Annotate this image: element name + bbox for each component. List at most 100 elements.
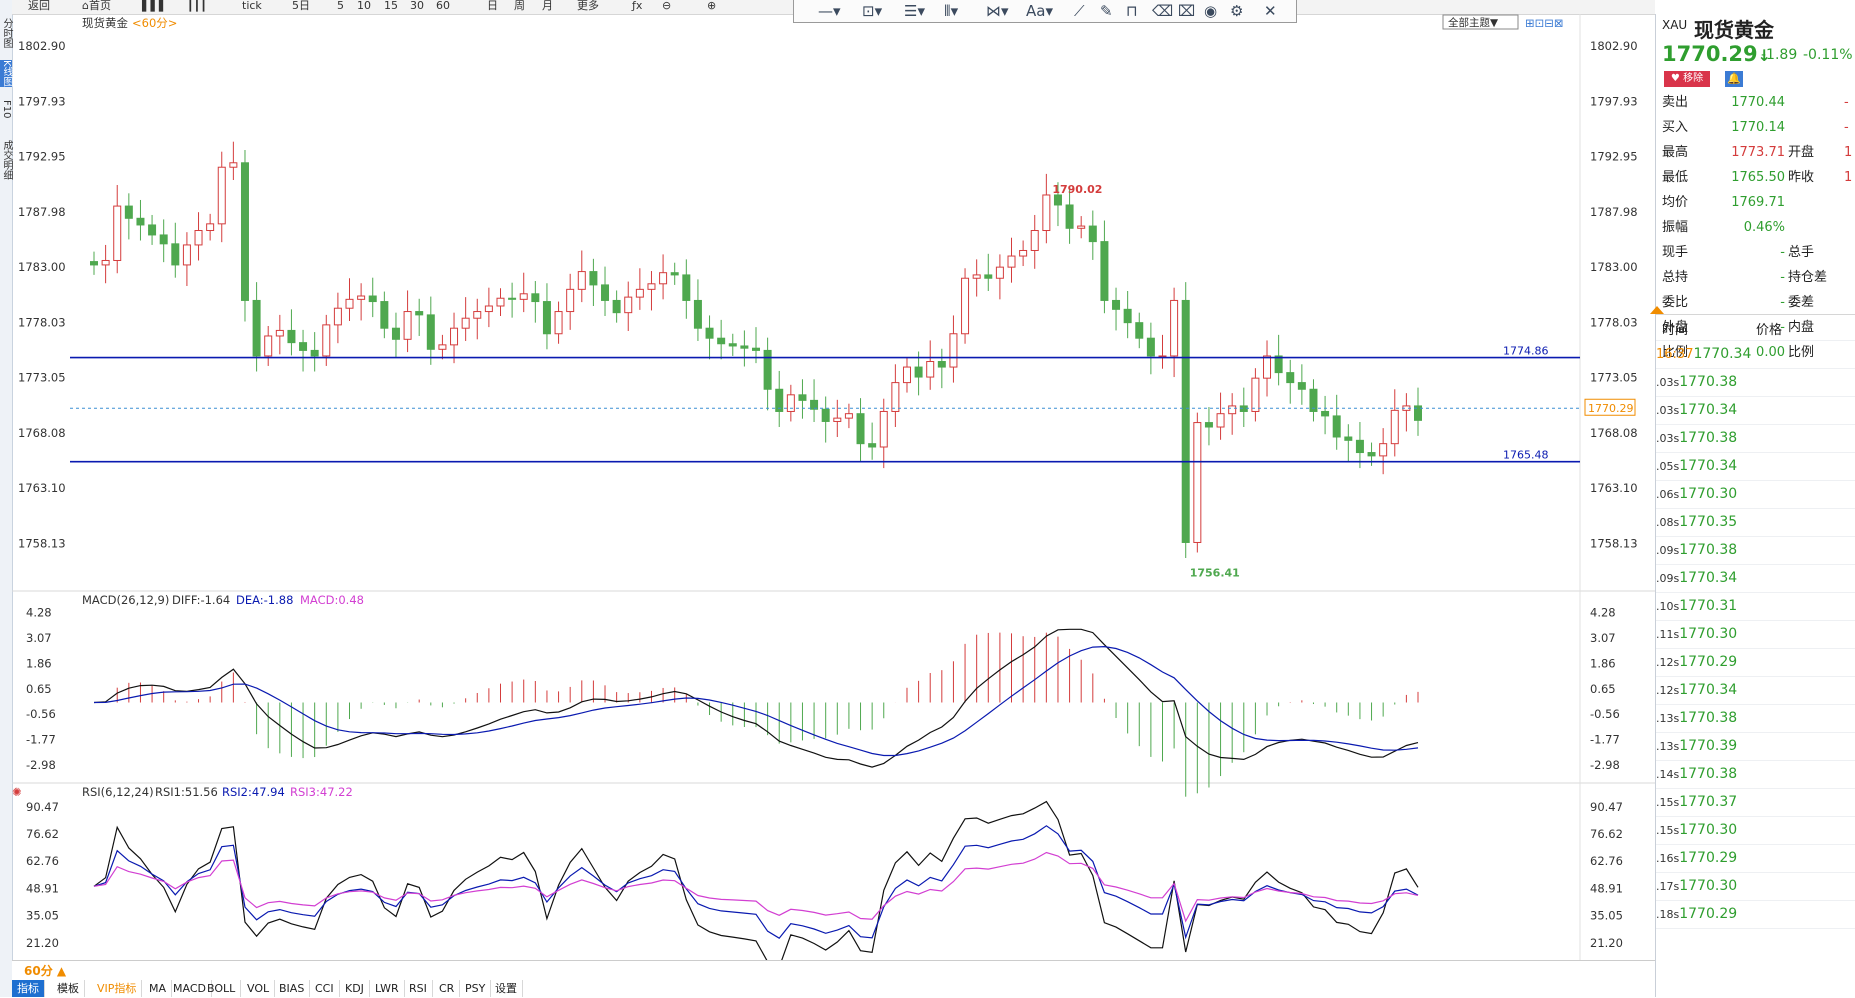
indicator-tab-kdj[interactable]: KDJ: [340, 980, 370, 997]
trade-price: 1770.38: [1679, 542, 1738, 558]
candle: [403, 290, 412, 353]
candle: [1344, 424, 1353, 462]
stat-value-right: 1: [1844, 170, 1853, 185]
indicator-tab-boll[interactable]: BOLL: [202, 980, 242, 997]
stat-value-right: -: [1844, 95, 1849, 110]
candle-body: [275, 329, 284, 337]
indicator-tab-设置[interactable]: 设置: [490, 980, 523, 997]
stat-value: -: [1780, 270, 1785, 285]
candle-body: [984, 274, 993, 279]
trade-price: 1770.34: [1679, 402, 1738, 418]
indicator-tab-cci[interactable]: CCI: [310, 980, 340, 997]
macd-tick-right: -1.77: [1590, 733, 1620, 747]
candle-body: [391, 327, 400, 340]
candle: [426, 296, 435, 365]
candle: [380, 291, 389, 339]
trade-row: .13s1770.39: [1656, 732, 1855, 761]
indicator-tab-lwr[interactable]: LWR: [370, 980, 405, 997]
indicator-tab-cr[interactable]: CR: [434, 980, 461, 997]
candle-body: [240, 162, 249, 301]
indicator-tab-vip指标[interactable]: VIP指标: [92, 980, 143, 997]
stat-label: 最低: [1662, 170, 1689, 185]
trade-row: .12s1770.34: [1656, 676, 1855, 705]
trade-price: 1770.38: [1679, 766, 1738, 782]
candle: [542, 283, 551, 350]
macd-tick-left: 1.86: [26, 656, 52, 670]
candle-body: [1181, 299, 1190, 543]
candle: [972, 259, 981, 297]
candle-body: [1274, 355, 1283, 374]
candle: [902, 357, 911, 393]
candle: [635, 268, 644, 310]
candle-body: [287, 329, 296, 344]
trade-row: .09s1770.34: [1656, 564, 1855, 593]
candle-body: [182, 244, 191, 266]
stat-label-right: 开盘: [1788, 145, 1815, 160]
trade-time: .11s: [1656, 628, 1680, 641]
indicator-tab-rsi[interactable]: RSI: [404, 980, 433, 997]
candle: [879, 398, 888, 469]
theme-selector[interactable]: 全部主题▼: [1442, 14, 1519, 30]
candle: [484, 287, 493, 328]
candle: [182, 232, 191, 287]
remove-watch-button[interactable]: ♥ 移除: [1664, 71, 1710, 87]
trade-time: .15s: [1656, 796, 1680, 809]
trade-time: .09s: [1656, 572, 1680, 585]
candle-body: [1367, 452, 1376, 457]
stat-value-right: -: [1844, 120, 1849, 135]
indicator-tab-模板[interactable]: 模板: [52, 980, 85, 997]
layout-icons[interactable]: ⊞⊡⊟⊠: [1525, 16, 1564, 30]
theme-label: 全部主题▼: [1448, 16, 1499, 29]
candle: [194, 212, 203, 261]
stat-value: 1769.71: [1731, 195, 1785, 210]
indicator-tab-vol[interactable]: VOL: [242, 980, 276, 997]
stat-row: 买入 1770.14 -: [1656, 115, 1855, 140]
indicator-tab-psy[interactable]: PSY: [460, 980, 492, 997]
candle: [1332, 394, 1341, 450]
trade-time: .12s: [1656, 656, 1680, 669]
bell-icon[interactable]: 🔔: [1725, 71, 1743, 87]
rsi-tick-right: 21.20: [1590, 936, 1623, 950]
candle-body: [380, 301, 389, 329]
candle: [1112, 287, 1121, 331]
candle: [612, 290, 621, 323]
trade-row: .12s1770.29: [1656, 648, 1855, 677]
candle: [1193, 412, 1202, 553]
candle-body: [484, 305, 493, 313]
quote-price-value: 1770.29: [1662, 42, 1758, 66]
trade-row: .03s1770.34: [1656, 396, 1855, 425]
candle-body: [426, 314, 435, 350]
low-annotation: 1756.41: [1190, 566, 1240, 579]
candle-body: [148, 224, 157, 236]
period-selector[interactable]: 60分 ▲: [24, 962, 66, 979]
trade-row: .15s1770.30: [1656, 816, 1855, 845]
indicator-tab-bias[interactable]: BIAS: [274, 980, 311, 997]
candle-body: [740, 345, 749, 349]
candle-body: [1088, 225, 1097, 243]
indicator-tab-指标[interactable]: 指标: [12, 980, 45, 997]
candle: [763, 337, 772, 411]
trade-time: .05s: [1656, 460, 1680, 473]
candle-body: [496, 297, 505, 307]
rsi3-line: [93, 851, 1419, 923]
quote-symbol: XAU: [1662, 18, 1688, 32]
sun-icon[interactable]: ✺: [12, 785, 22, 799]
candle-body: [159, 234, 168, 245]
candle-body: [1251, 377, 1260, 412]
candle: [589, 258, 598, 306]
candle-body: [926, 361, 935, 378]
rsi-tick-left: 90.47: [26, 800, 59, 814]
candle-body: [670, 272, 679, 276]
candle: [148, 214, 157, 245]
candle-body: [728, 343, 737, 347]
candle-body: [589, 271, 598, 286]
candle-body: [937, 361, 946, 368]
candle-body: [333, 307, 342, 326]
price-tick-left: 1773.05: [18, 371, 66, 385]
candle: [937, 348, 946, 389]
rsi-tick-right: 76.62: [1590, 827, 1623, 841]
stat-label: 均价: [1662, 195, 1689, 210]
chart-area[interactable]: 现货黄金 <60分> 全部主题▼ ⊞⊡⊟⊠ 1802.90 1797.93 1792…: [0, 0, 1655, 960]
candle: [1158, 334, 1167, 369]
candle-body: [1030, 230, 1039, 251]
